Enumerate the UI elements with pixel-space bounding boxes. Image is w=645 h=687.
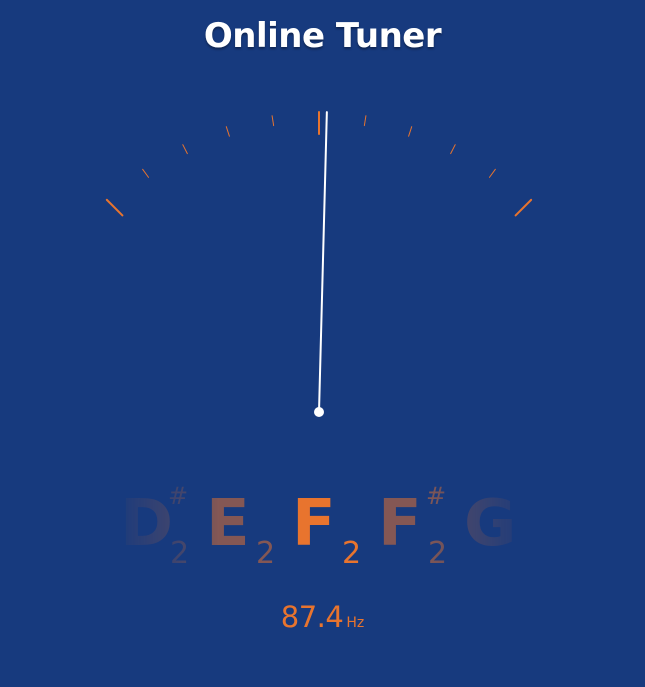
note-octave: 2 [256,536,276,571]
note-d-sharp-2: D # 2 [114,480,200,580]
note-letter: F [292,487,336,561]
tuner-meter [105,111,533,417]
meter-tick [271,115,275,127]
tuner-app: Online Tuner D # 2 E 2 F 2 F # 2 G 87.4 … [0,0,645,687]
note-letter: F [378,487,422,561]
needle-pivot [314,407,324,417]
meter-tick [488,168,496,178]
frequency-unit: Hz [346,615,365,631]
frequency-value: 87.4 [280,600,344,634]
note-f-2-active: F 2 [286,480,372,580]
meter-needle [318,111,328,413]
frequency-readout: 87.4 Hz [0,600,645,634]
note-letter: D [120,487,174,561]
note-f-sharp-2: F # 2 [372,480,458,580]
meter-tick [408,126,413,137]
note-octave: 2 [342,536,362,571]
note-letter: G [464,487,517,561]
meter-tick [142,168,150,178]
note-strip: D # 2 E 2 F 2 F # 2 G [0,480,645,580]
note-octave: 2 [170,536,190,571]
note-e-2: E 2 [200,480,286,580]
meter-tick [225,126,230,137]
meter-needle-group [314,111,328,417]
meter-tick [514,198,533,217]
note-octave: 2 [428,536,448,571]
note-letter: E [206,487,250,561]
meter-scale [105,111,533,217]
note-sharp-sign: # [168,482,189,510]
note-sharp-sign: # [426,482,447,510]
meter-tick [105,198,124,217]
meter-tick [363,115,367,127]
meter-tick [450,144,456,155]
note-g: G [458,480,544,580]
meter-tick [182,144,188,155]
